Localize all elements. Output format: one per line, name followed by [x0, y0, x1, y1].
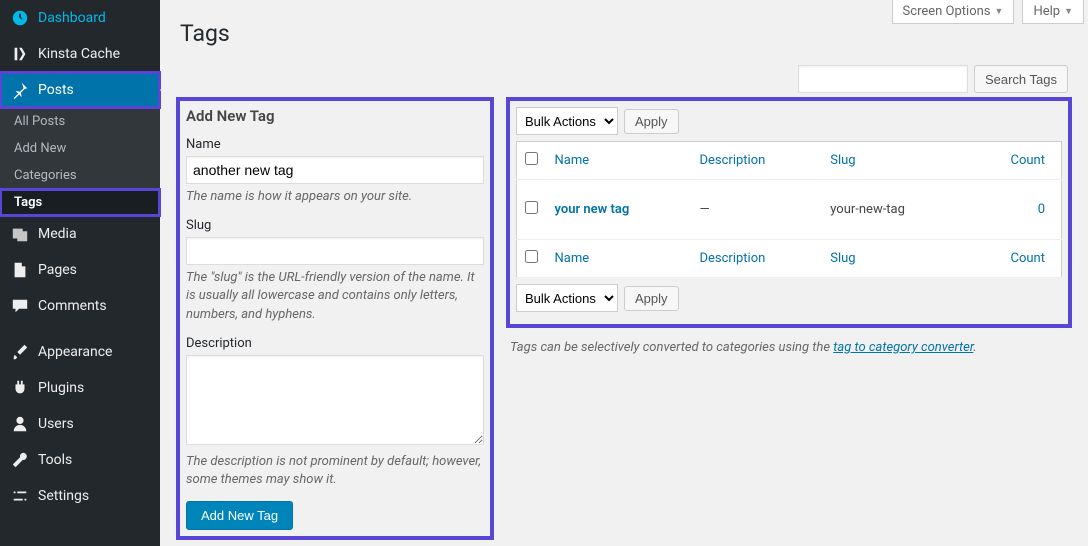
apply-bottom-button[interactable]: Apply — [624, 286, 679, 311]
pin-icon — [10, 80, 30, 100]
search-row: Search Tags — [180, 65, 1068, 93]
media-icon — [10, 224, 30, 244]
submenu-tags[interactable]: Tags — [0, 189, 160, 216]
add-tag-form: Add New Tag Name The name is how it appe… — [180, 101, 490, 536]
name-input[interactable] — [186, 156, 484, 184]
description-label: Description — [186, 336, 484, 351]
select-all-top[interactable] — [525, 152, 538, 165]
form-heading: Add New Tag — [186, 107, 484, 125]
slug-description: The "slug" is the URL-friendly version o… — [186, 269, 484, 324]
sidebar-item-kinsta-cache[interactable]: Kinsta Cache — [0, 36, 160, 72]
screen-options-button[interactable]: Screen Options ▼ — [892, 0, 1015, 24]
field-name: Name The name is how it appears on your … — [186, 137, 484, 206]
col-name-foot[interactable]: Name — [555, 251, 590, 266]
col-description[interactable]: Description — [699, 153, 765, 168]
sidebar-item-users[interactable]: Users — [0, 406, 160, 442]
name-label: Name — [186, 137, 484, 152]
slug-input[interactable] — [186, 237, 484, 265]
description-textarea[interactable] — [186, 355, 484, 445]
note-text-post: . — [973, 340, 976, 355]
field-slug: Slug The "slug" is the URL-friendly vers… — [186, 218, 484, 324]
menu-label: Dashboard — [38, 10, 106, 26]
add-new-tag-button[interactable]: Add New Tag — [186, 501, 293, 530]
sidebar-item-posts[interactable]: Posts — [0, 72, 160, 108]
menu-label: Appearance — [38, 344, 112, 360]
menu-label: Users — [38, 416, 74, 432]
submenu-add-new[interactable]: Add New — [0, 135, 160, 162]
main-content: Screen Options ▼ Help ▼ Tags Search Tags… — [160, 0, 1088, 546]
kinsta-icon — [10, 44, 30, 64]
menu-label: Plugins — [38, 380, 84, 396]
menu-label: Pages — [38, 262, 77, 278]
brush-icon — [10, 342, 30, 362]
col-name[interactable]: Name — [555, 153, 590, 168]
settings-icon — [10, 486, 30, 506]
select-all-bottom[interactable] — [525, 250, 538, 263]
tag-slug-cell: your-new-tag — [822, 180, 967, 240]
name-description: The name is how it appears on your site. — [186, 188, 484, 206]
menu-label: Media — [38, 226, 77, 242]
tag-to-category-link[interactable]: tag to category converter — [833, 340, 973, 355]
tablenav-bottom: Bulk Actions Apply — [516, 284, 1062, 312]
chevron-down-icon: ▼ — [995, 6, 1004, 17]
dashboard-icon — [10, 8, 30, 28]
sidebar-item-dashboard[interactable]: Dashboard — [0, 0, 160, 36]
col-slug-foot[interactable]: Slug — [830, 251, 855, 266]
col-count-foot[interactable]: Count — [1011, 251, 1045, 266]
description-description: The description is not prominent by defa… — [186, 453, 484, 489]
label: Screen Options — [903, 4, 991, 19]
bulk-actions-bottom[interactable]: Bulk Actions — [516, 284, 618, 312]
page-icon — [10, 260, 30, 280]
menu-label: Comments — [38, 298, 107, 314]
submenu-all-posts[interactable]: All Posts — [0, 108, 160, 135]
col-description-foot[interactable]: Description — [699, 251, 765, 266]
posts-submenu: All Posts Add New Categories Tags — [0, 108, 160, 216]
label: Help — [1033, 4, 1060, 19]
sidebar-item-plugins[interactable]: Plugins — [0, 370, 160, 406]
screen-meta-links: Screen Options ▼ Help ▼ — [892, 0, 1084, 24]
field-description: Description The description is not promi… — [186, 336, 484, 489]
menu-label: Kinsta Cache — [38, 46, 120, 62]
menu-label: Settings — [38, 488, 89, 504]
tags-list-panel: Bulk Actions Apply Name Description Slug… — [510, 101, 1068, 536]
tag-search-input[interactable] — [798, 65, 968, 93]
tag-name-link[interactable]: your new tag — [555, 202, 630, 217]
menu-label: Tools — [38, 452, 72, 468]
help-button[interactable]: Help ▼ — [1022, 0, 1084, 24]
sidebar-item-media[interactable]: Media — [0, 216, 160, 252]
comment-icon — [10, 296, 30, 316]
converter-note: Tags can be selectively converted to cat… — [510, 340, 1068, 355]
menu-label: Posts — [38, 82, 74, 98]
plugin-icon — [10, 378, 30, 398]
bulk-actions-top[interactable]: Bulk Actions — [516, 107, 618, 135]
tablenav-top: Bulk Actions Apply — [516, 107, 1062, 135]
col-slug[interactable]: Slug — [830, 153, 855, 168]
wrench-icon — [10, 450, 30, 470]
admin-sidebar: Dashboard Kinsta Cache Posts All Posts A… — [0, 0, 160, 546]
col-count[interactable]: Count — [1011, 153, 1045, 168]
row-checkbox[interactable] — [525, 201, 538, 214]
slug-label: Slug — [186, 218, 484, 233]
sidebar-item-comments[interactable]: Comments — [0, 288, 160, 324]
chevron-down-icon: ▼ — [1064, 6, 1073, 17]
table-row: your new tag — your-new-tag 0 — [517, 180, 1062, 240]
page-title: Tags — [180, 20, 1068, 47]
apply-top-button[interactable]: Apply — [624, 109, 679, 134]
sidebar-item-settings[interactable]: Settings — [0, 478, 160, 514]
tags-table: Name Description Slug Count your new tag… — [516, 141, 1062, 278]
tag-description-cell: — — [691, 180, 822, 240]
search-tags-button[interactable]: Search Tags — [974, 65, 1068, 93]
note-text-pre: Tags can be selectively converted to cat… — [510, 340, 833, 355]
sidebar-item-pages[interactable]: Pages — [0, 252, 160, 288]
user-icon — [10, 414, 30, 434]
sidebar-item-tools[interactable]: Tools — [0, 442, 160, 478]
tag-count-link[interactable]: 0 — [1038, 202, 1045, 217]
sidebar-item-appearance[interactable]: Appearance — [0, 334, 160, 370]
submenu-categories[interactable]: Categories — [0, 162, 160, 189]
